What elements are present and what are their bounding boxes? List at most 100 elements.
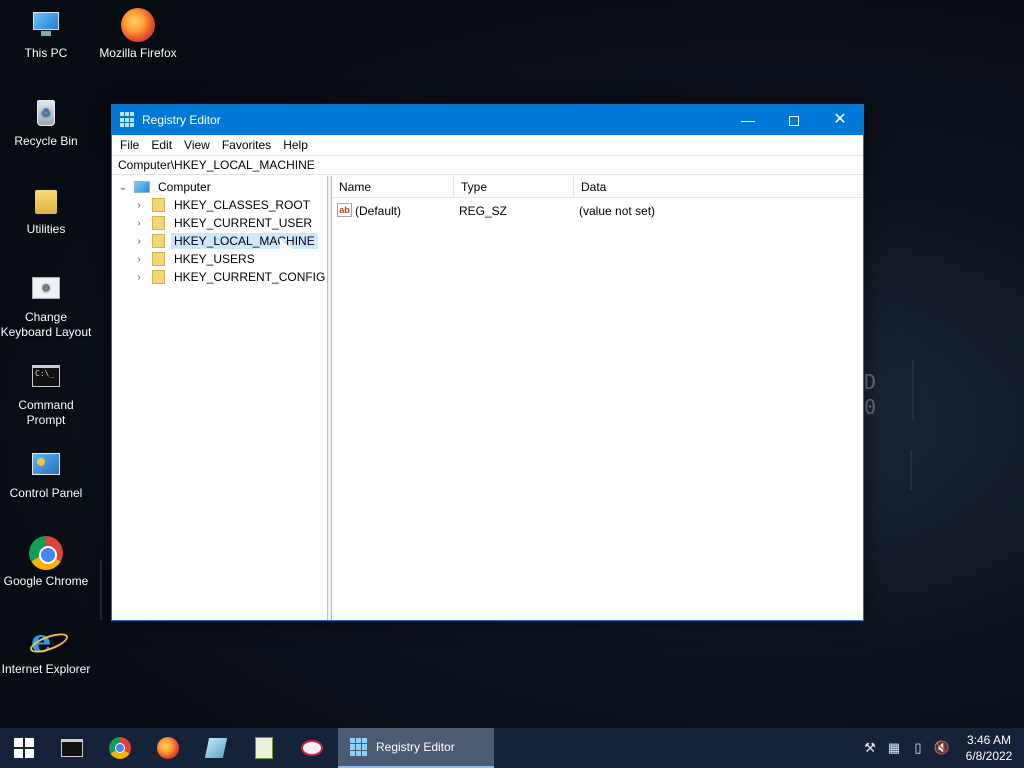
registry-editor-window: Registry Editor — ✕ File Edit View Favor… — [111, 104, 864, 621]
string-value-icon: ab — [337, 203, 352, 217]
tree-item-hkey-current-config[interactable]: › HKEY_CURRENT_CONFIG — [134, 268, 328, 286]
registry-editor-icon — [120, 112, 136, 128]
column-header-name[interactable]: Name — [332, 176, 454, 198]
tree-item-hkey-users[interactable]: › HKEY_USERS — [134, 250, 258, 268]
desktop-icon-label: Change Keyboard Layout — [0, 310, 92, 339]
maximize-icon — [789, 116, 799, 127]
recycle-bin-icon — [29, 96, 63, 130]
list-item[interactable]: ab (Default) REG_SZ (value not set) — [332, 202, 863, 220]
title-bar[interactable]: Registry Editor — ✕ — [112, 105, 863, 135]
snipping-tool-icon — [301, 740, 323, 756]
clock-time: 3:46 AM — [966, 733, 1012, 747]
taskbar-notepad-plus[interactable] — [240, 728, 288, 768]
desktop-icon-google-chrome[interactable]: Google Chrome — [0, 536, 92, 589]
folder-icon — [152, 216, 165, 230]
folder-icon — [29, 184, 63, 218]
internet-explorer-icon: e — [31, 622, 52, 660]
tree-item-label: HKEY_USERS — [174, 252, 255, 266]
computer-icon — [29, 8, 63, 42]
background-line — [912, 360, 914, 420]
taskbar-chrome[interactable] — [96, 728, 144, 768]
tree-item-label: HKEY_LOCAL_MACHINE — [171, 233, 318, 249]
desktop-icon-label: Internet Explorer — [1, 662, 91, 676]
chrome-icon — [109, 737, 131, 759]
command-prompt-icon — [61, 739, 83, 757]
background-glyph: D — [864, 370, 877, 394]
desktop-icon-recycle-bin[interactable]: Recycle Bin — [0, 96, 92, 149]
address-bar[interactable]: Computer\HKEY_LOCAL_MACHINE — [112, 155, 863, 175]
desktop-icon-internet-explorer[interactable]: e Internet Explorer — [0, 624, 92, 677]
notepad-icon — [255, 737, 273, 759]
desktop-icon-control-panel[interactable]: Control Panel — [0, 448, 92, 501]
desktop-icon-firefox[interactable]: Mozilla Firefox — [92, 8, 184, 61]
registry-editor-icon — [350, 738, 368, 756]
value-type: REG_SZ — [459, 204, 508, 218]
menu-favorites[interactable]: Favorites — [216, 138, 277, 152]
tree-item-label: Computer — [158, 180, 211, 194]
firefox-icon — [157, 737, 179, 759]
desktop-icon-label: Mozilla Firefox — [99, 46, 177, 60]
tree-item-hkey-current-user[interactable]: › HKEY_CURRENT_USER — [134, 214, 315, 232]
clock[interactable]: 3:46 AM 6/8/2022 — [954, 732, 1024, 764]
menu-edit[interactable]: Edit — [145, 138, 178, 152]
chevron-right-icon[interactable]: › — [134, 218, 144, 229]
firefox-icon — [121, 8, 155, 42]
desktop-icon-change-keyboard-layout[interactable]: ⚙ Change Keyboard Layout — [0, 272, 92, 340]
menu-help[interactable]: Help — [277, 138, 314, 152]
keyboard-settings-icon: ⚙ — [29, 272, 63, 306]
usb-icon[interactable]: ▯ — [906, 740, 930, 756]
chevron-down-icon[interactable]: ⌄ — [118, 182, 128, 193]
tree-item-computer[interactable]: ⌄ Computer — [118, 178, 214, 196]
start-button[interactable] — [0, 728, 48, 768]
maximize-button[interactable] — [771, 105, 817, 135]
glass-app-icon — [204, 738, 228, 758]
value-name: (Default) — [355, 204, 402, 218]
folder-icon — [152, 252, 165, 266]
background-glyph: 0 — [864, 395, 877, 419]
background-line — [910, 450, 912, 490]
folder-icon — [152, 270, 165, 284]
volume-muted-icon[interactable]: 🔇 — [930, 740, 954, 756]
desktop-icon-label: This PC — [24, 46, 68, 60]
window-title: Registry Editor — [142, 113, 221, 127]
chevron-right-icon[interactable]: › — [134, 254, 144, 265]
chevron-right-icon[interactable]: › — [134, 236, 144, 247]
taskbar-firefox[interactable] — [144, 728, 192, 768]
value-list: Name Type Data ab (Default) REG_SZ (valu… — [332, 176, 863, 620]
column-header-type[interactable]: Type — [454, 176, 574, 198]
minimize-button[interactable]: — — [725, 105, 771, 135]
desktop-icon-label: Command Prompt — [18, 398, 74, 427]
network-icon[interactable]: ⚒ — [858, 740, 882, 756]
chevron-right-icon[interactable]: › — [134, 272, 144, 283]
tree-item-label: HKEY_CURRENT_USER — [174, 216, 313, 230]
desktop-icon-label: Recycle Bin — [14, 134, 78, 148]
tree-item-hkey-classes-root[interactable]: › HKEY_CLASSES_ROOT — [134, 196, 313, 214]
desktop-icon-utilities[interactable]: Utilities — [0, 184, 92, 237]
clock-date: 6/8/2022 — [965, 749, 1013, 763]
list-header: Name Type Data — [332, 176, 863, 198]
column-header-data[interactable]: Data — [574, 176, 864, 198]
menu-view[interactable]: View — [178, 138, 216, 152]
folder-icon — [152, 234, 165, 248]
close-button[interactable]: ✕ — [817, 105, 863, 135]
chevron-right-icon[interactable]: › — [134, 200, 144, 211]
taskbar: Registry Editor ⚒ ▦ ▯ 🔇 3:46 AM 6/8/2022 — [0, 728, 1024, 768]
system-tray: ⚒ ▦ ▯ 🔇 3:46 AM 6/8/2022 — [858, 728, 1024, 768]
taskbar-snipping-tool[interactable] — [288, 728, 336, 768]
chrome-icon — [29, 536, 63, 570]
taskbar-registry-editor[interactable]: Registry Editor — [338, 728, 494, 768]
menu-file[interactable]: File — [114, 138, 145, 152]
computer-icon — [134, 181, 150, 193]
desktop-icon-command-prompt[interactable]: C:\_ Command Prompt — [0, 360, 92, 428]
panes: ⌄ Computer › HKEY_CLASSES_ROOT › HKEY_CU… — [112, 176, 863, 620]
tree-item-label: HKEY_CURRENT_CONFIG — [174, 270, 326, 284]
desktop-icon-label: Utilities — [26, 222, 66, 236]
command-prompt-icon: C:\_ — [29, 360, 63, 394]
taskbar-command-prompt[interactable] — [48, 728, 96, 768]
control-panel-icon — [29, 448, 63, 482]
taskbar-task-label: Registry Editor — [376, 740, 455, 754]
desktop-icon-this-pc[interactable]: This PC — [0, 8, 92, 61]
color-app-icon[interactable]: ▦ — [882, 740, 906, 756]
tree-item-label: HKEY_CLASSES_ROOT — [174, 198, 311, 212]
taskbar-glass-app[interactable] — [192, 728, 240, 768]
